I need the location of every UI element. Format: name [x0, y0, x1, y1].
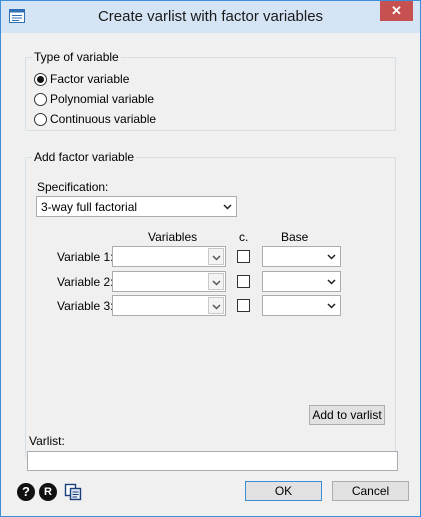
radio-label: Polynomial variable	[50, 92, 155, 106]
chevron-down-icon	[327, 279, 336, 285]
variable-2-label: Variable 2:	[57, 275, 114, 289]
radio-label: Continuous variable	[50, 112, 157, 126]
radio-button[interactable]	[34, 112, 47, 126]
radio-button[interactable]	[34, 72, 47, 86]
close-button[interactable]: ✕	[380, 1, 413, 21]
chevron-down-icon	[327, 254, 336, 260]
variable-1-dropdown[interactable]	[112, 246, 226, 267]
close-icon: ✕	[391, 3, 402, 18]
window-title: Create varlist with factor variables	[97, 8, 324, 25]
base-column-header: Base	[281, 230, 309, 244]
variables-column-header: Variables	[148, 230, 198, 244]
copy-icon[interactable]	[64, 483, 82, 501]
varlist-label: Varlist:	[29, 434, 65, 448]
specification-dropdown[interactable]: 3-way full factorial	[36, 196, 237, 217]
title-bar[interactable]: Create varlist with factor variables ✕	[1, 1, 420, 33]
add-factor-variable-group: Add factor variable Specification: 3-way…	[25, 150, 396, 457]
chevron-down-icon	[223, 204, 232, 210]
c-column-header: c.	[239, 230, 249, 244]
variable-3-base-dropdown[interactable]	[262, 295, 341, 316]
specification-label: Specification:	[37, 180, 109, 194]
radio-polynomial-variable[interactable]: Polynomial variable	[34, 91, 154, 107]
radio-label: Factor variable	[50, 72, 130, 86]
chevron-down-icon[interactable]	[208, 248, 224, 265]
radio-factor-variable[interactable]: Factor variable	[34, 71, 129, 87]
add-to-varlist-button[interactable]: Add to varlist	[309, 405, 385, 425]
specification-value: 3-way full factorial	[41, 200, 138, 214]
variable-3-dropdown[interactable]	[112, 295, 226, 316]
variable-3-label: Variable 3:	[57, 299, 114, 313]
cancel-button[interactable]: Cancel	[332, 481, 409, 501]
radio-continuous-variable[interactable]: Continuous variable	[34, 111, 156, 127]
dialog-window: Create varlist with factor variables ✕ T…	[0, 0, 421, 517]
factor-group-label: Add factor variable	[32, 150, 137, 164]
variable-1-c-checkbox[interactable]	[237, 250, 250, 263]
varlist-input[interactable]	[27, 451, 398, 471]
type-of-variable-group: Type of variable Factor variable Polynom…	[25, 50, 396, 131]
chevron-down-icon	[327, 303, 336, 309]
reset-glyph: R	[44, 486, 52, 498]
variable-1-base-dropdown[interactable]	[262, 246, 341, 267]
radio-button[interactable]	[34, 92, 47, 106]
variable-1-label: Variable 1:	[57, 250, 114, 264]
variable-3-c-checkbox[interactable]	[237, 299, 250, 312]
dialog-body: Type of variable Factor variable Polynom…	[8, 33, 413, 510]
variable-2-dropdown[interactable]	[112, 271, 226, 292]
variable-2-c-checkbox[interactable]	[237, 275, 250, 288]
variable-2-base-dropdown[interactable]	[262, 271, 341, 292]
reset-icon[interactable]: R	[39, 483, 57, 501]
chevron-down-icon[interactable]	[208, 273, 224, 290]
type-group-label: Type of variable	[32, 50, 121, 64]
help-glyph: ?	[22, 484, 30, 499]
chevron-down-icon[interactable]	[208, 297, 224, 314]
help-icon[interactable]: ?	[17, 483, 35, 501]
ok-button[interactable]: OK	[245, 481, 322, 501]
